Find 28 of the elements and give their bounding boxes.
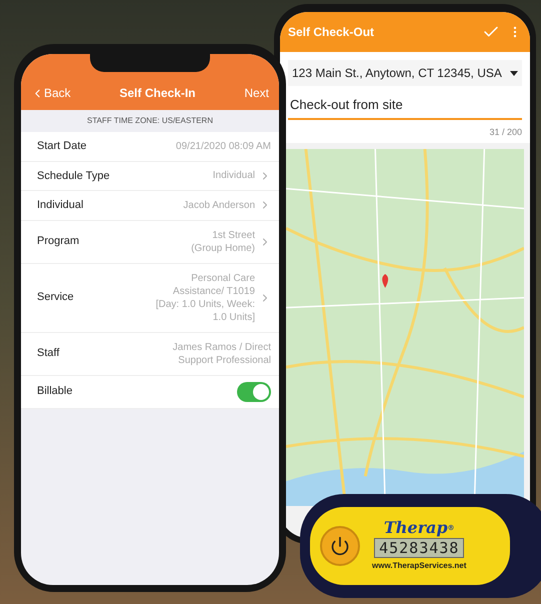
- field-value: 09/21/2020 08:09 AM: [176, 140, 271, 153]
- field-value[interactable]: 1st Street (Group Home): [191, 228, 255, 254]
- address-dropdown[interactable]: 123 Main St., Anytown, CT 12345, USA: [288, 60, 522, 86]
- note-input[interactable]: Check-out from site: [288, 92, 522, 120]
- toggle-switch[interactable]: [237, 382, 271, 402]
- character-counter: 31 / 200: [489, 126, 522, 138]
- field-label: Schedule Type: [37, 168, 110, 184]
- field-value: James Ramos / Direct Support Professional: [172, 340, 271, 366]
- next-button[interactable]: Next: [244, 84, 269, 102]
- brand-logo: Therap$^{®}$: [384, 520, 455, 536]
- back-button[interactable]: Back: [31, 84, 71, 102]
- field-label: Service: [37, 290, 74, 306]
- field-label: Individual: [37, 198, 84, 213]
- timezone-label: STAFF TIME ZONE: US/EASTERN: [87, 115, 213, 127]
- field-value[interactable]: Jacob Anderson: [183, 198, 255, 212]
- screen-title: Self Check-In: [119, 85, 196, 102]
- field-value[interactable]: Personal Care Assistance/ T1019 [Day: 1.0 Units, Week: 1.0 Units]: [156, 272, 255, 324]
- website-url: www.TherapServices.net: [372, 560, 466, 572]
- lcd-display: 45283438: [374, 538, 464, 558]
- power-button[interactable]: [320, 526, 360, 566]
- power-icon: [330, 536, 350, 556]
- field-value[interactable]: Individual: [212, 169, 255, 182]
- field-label: Billable: [37, 384, 72, 400]
- field-label: Staff: [37, 346, 60, 362]
- screen-title: Self Check-Out: [288, 24, 374, 41]
- dropdown-caret-icon: [510, 70, 518, 76]
- field-label: Program: [37, 234, 80, 250]
- field-label: Start Date: [37, 139, 87, 154]
